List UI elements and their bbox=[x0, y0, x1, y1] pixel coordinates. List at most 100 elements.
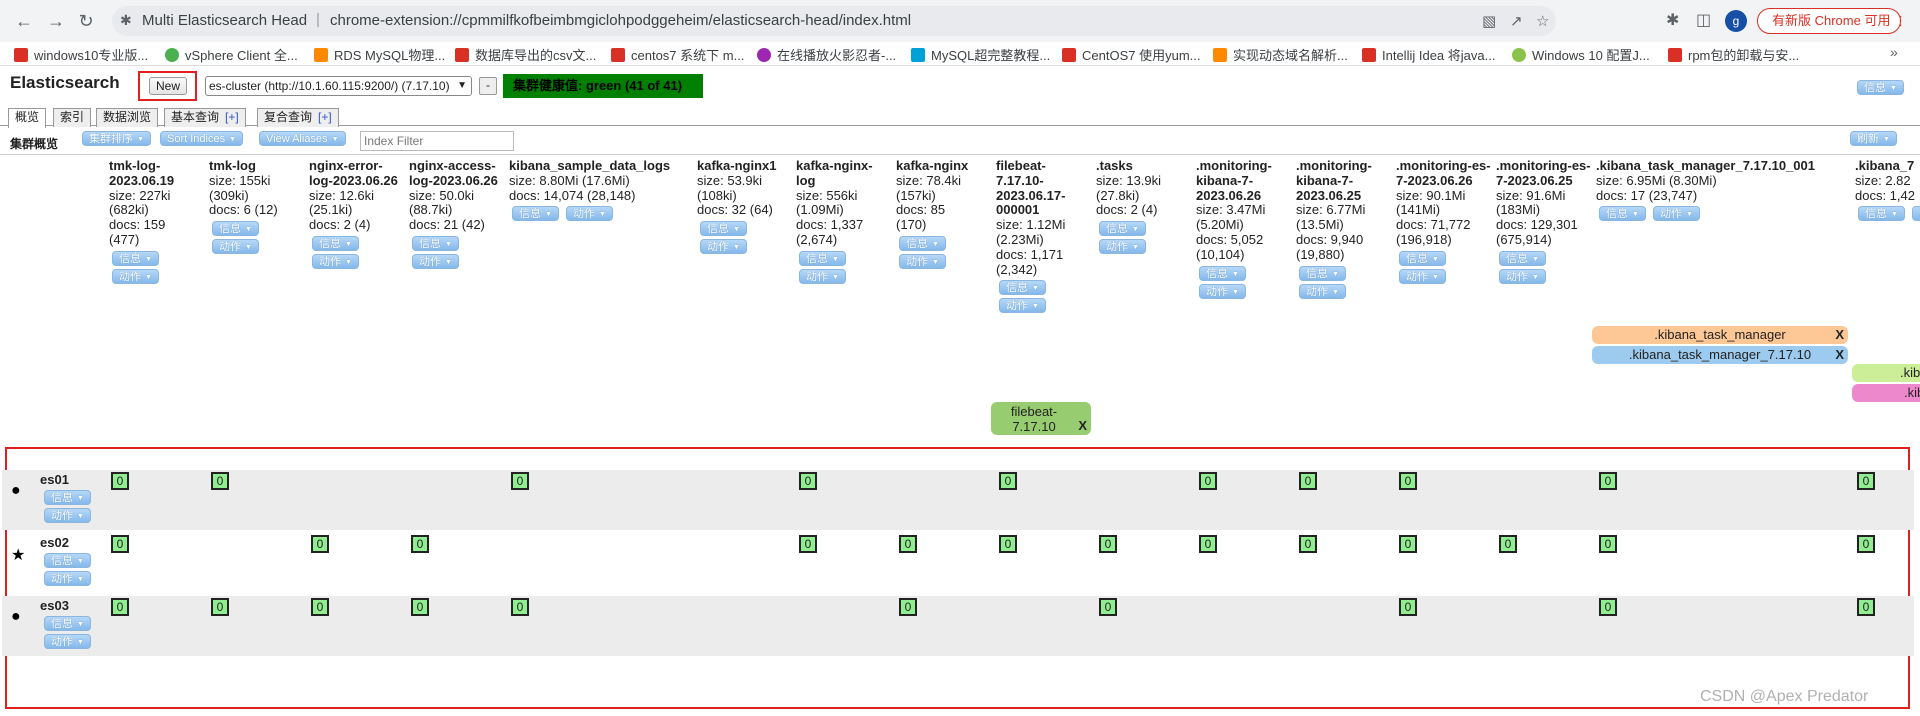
index-action-button[interactable]: 动作▼ bbox=[899, 253, 946, 269]
bookmark-item[interactable]: 实现动态域名解析... bbox=[1213, 45, 1348, 63]
shard-box[interactable]: 0 bbox=[211, 598, 229, 616]
alias-tag[interactable]: .kibana_ bbox=[1852, 364, 1920, 382]
node-action-button[interactable]: 动作 ▼ bbox=[44, 634, 91, 649]
shard-box[interactable]: 0 bbox=[111, 535, 129, 553]
index-info-button[interactable]: 信息 ▼ bbox=[999, 280, 1046, 296]
tab-overview[interactable]: 概览 bbox=[8, 108, 47, 128]
index-action-button[interactable]: 动作▼ bbox=[1911, 206, 1920, 222]
bookmark-item[interactable]: CentOS7 使用yum... bbox=[1062, 45, 1200, 63]
index-info-button[interactable]: 信息 ▼ bbox=[1599, 206, 1646, 222]
refresh-button[interactable]: 刷新 ▼ bbox=[1850, 131, 1897, 146]
shard-box[interactable]: 0 bbox=[999, 535, 1017, 553]
shard-box[interactable]: 0 bbox=[1599, 598, 1617, 616]
index-action-button[interactable]: 动作▼ bbox=[1099, 239, 1146, 255]
shard-box[interactable]: 0 bbox=[1399, 472, 1417, 490]
index-action-button[interactable]: 动作▼ bbox=[799, 268, 846, 284]
index-action-button[interactable]: 动作▼ bbox=[312, 253, 359, 269]
index-info-button[interactable]: 信息 ▼ bbox=[512, 206, 559, 222]
shard-box[interactable]: 0 bbox=[511, 472, 529, 490]
bookmark-item[interactable]: Intellij Idea 将java... bbox=[1362, 45, 1495, 63]
update-chrome-button[interactable]: 有新版 Chrome 可用 ⋮ bbox=[1757, 8, 1907, 34]
shard-box[interactable]: 0 bbox=[899, 535, 917, 553]
index-info-button[interactable]: 信息 ▼ bbox=[1499, 250, 1546, 266]
shard-box[interactable]: 0 bbox=[211, 472, 229, 490]
reload-icon[interactable]: ↻ bbox=[74, 9, 98, 33]
shard-box[interactable]: 0 bbox=[111, 598, 129, 616]
index-info-button[interactable]: 信息 ▼ bbox=[700, 221, 747, 237]
index-info-button[interactable]: 信息 ▼ bbox=[899, 235, 946, 251]
index-action-button[interactable]: 动作▼ bbox=[565, 206, 613, 222]
index-info-button[interactable]: 信息 ▼ bbox=[1099, 221, 1146, 237]
index-info-button[interactable]: 信息 ▼ bbox=[312, 235, 359, 251]
bookmark-item[interactable]: windows10专业版... bbox=[14, 45, 148, 63]
node-info-button[interactable]: 信息 ▼ bbox=[44, 616, 91, 631]
shard-box[interactable]: 0 bbox=[1857, 598, 1875, 616]
shard-box[interactable]: 0 bbox=[1199, 535, 1217, 553]
sort-indices-button[interactable]: Sort Indices ▼ bbox=[160, 131, 244, 146]
node-info-button[interactable]: 信息 ▼ bbox=[44, 553, 91, 568]
tab-browser[interactable]: 数据浏览 bbox=[96, 108, 159, 127]
index-info-button[interactable]: 信息 ▼ bbox=[412, 235, 459, 251]
index-action-button[interactable]: 动作▼ bbox=[1299, 283, 1346, 299]
bookmarks-overflow-icon[interactable]: » bbox=[1890, 44, 1898, 60]
shard-box[interactable]: 0 bbox=[1099, 598, 1117, 616]
tab-indices[interactable]: 索引 bbox=[53, 108, 92, 127]
shard-box[interactable]: 0 bbox=[411, 535, 429, 553]
tab-structured-query[interactable]: 复合查询 [+] bbox=[257, 108, 339, 127]
shard-box[interactable]: 0 bbox=[1299, 535, 1317, 553]
bookmark-item[interactable]: Windows 10 配置J... bbox=[1512, 45, 1650, 63]
index-info-button[interactable]: 信息 ▼ bbox=[112, 250, 159, 266]
index-action-button[interactable]: 动作▼ bbox=[1199, 283, 1246, 299]
shard-box[interactable]: 0 bbox=[411, 598, 429, 616]
shard-box[interactable]: 0 bbox=[511, 598, 529, 616]
bookmark-item[interactable]: 数据库导出的csv文... bbox=[455, 45, 596, 63]
index-action-button[interactable]: 动作▼ bbox=[700, 239, 747, 255]
index-info-button[interactable]: 信息 ▼ bbox=[799, 250, 846, 266]
index-action-button[interactable]: 动作▼ bbox=[1399, 268, 1446, 284]
index-action-button[interactable]: 动作▼ bbox=[999, 298, 1046, 314]
sort-cluster-button[interactable]: 集群排序 ▼ bbox=[82, 131, 151, 146]
index-info-button[interactable]: 信息 ▼ bbox=[1299, 265, 1346, 281]
shard-box[interactable]: 0 bbox=[311, 598, 329, 616]
new-connection-button[interactable]: New bbox=[149, 77, 187, 95]
shard-box[interactable]: 0 bbox=[1399, 598, 1417, 616]
index-filter-input[interactable] bbox=[360, 131, 514, 151]
node-info-button[interactable]: 信息 ▼ bbox=[44, 490, 91, 505]
node-action-button[interactable]: 动作 ▼ bbox=[44, 508, 91, 523]
index-action-button[interactable]: 动作▼ bbox=[112, 268, 159, 284]
remove-alias-icon[interactable]: X bbox=[1835, 326, 1844, 344]
shard-box[interactable]: 0 bbox=[799, 535, 817, 553]
shard-box[interactable]: 0 bbox=[311, 535, 329, 553]
alias-tag[interactable]: .kibana_task_manager_7.17.10 X bbox=[1592, 346, 1848, 364]
bookmark-item[interactable]: MySQL超完整教程... bbox=[911, 45, 1050, 63]
shard-box[interactable]: 0 bbox=[899, 598, 917, 616]
index-action-button[interactable]: 动作▼ bbox=[1499, 268, 1546, 284]
view-aliases-button[interactable]: View Aliases ▼ bbox=[259, 131, 346, 146]
profile-avatar[interactable]: g bbox=[1725, 10, 1747, 32]
bookmark-item[interactable]: 在线播放火影忍者-... bbox=[757, 45, 896, 63]
bookmark-item[interactable]: rpm包的卸载与安... bbox=[1668, 45, 1799, 63]
node-action-button[interactable]: 动作 ▼ bbox=[44, 571, 91, 586]
disconnect-button[interactable]: - bbox=[479, 77, 497, 95]
shard-box[interactable]: 0 bbox=[1599, 535, 1617, 553]
header-info-menu[interactable]: 信息 ▼ bbox=[1857, 80, 1904, 95]
alias-tag[interactable]: .kibana_task_manager X bbox=[1592, 326, 1848, 344]
bookmark-item[interactable]: centos7 系统下 m... bbox=[611, 45, 744, 63]
index-info-button[interactable]: 信息 ▼ bbox=[1858, 206, 1905, 222]
shard-box[interactable]: 0 bbox=[111, 472, 129, 490]
share-icon[interactable]: ↗ bbox=[1510, 12, 1523, 30]
shard-box[interactable]: 0 bbox=[1599, 472, 1617, 490]
shard-box[interactable]: 0 bbox=[999, 472, 1017, 490]
index-info-button[interactable]: 信息 ▼ bbox=[1199, 265, 1246, 281]
index-action-button[interactable]: 动作▼ bbox=[212, 239, 259, 255]
shard-box[interactable]: 0 bbox=[1099, 535, 1117, 553]
shard-box[interactable]: 0 bbox=[1499, 535, 1517, 553]
bookmark-star-icon[interactable]: ☆ bbox=[1536, 12, 1549, 30]
side-panel-icon[interactable]: ◫ bbox=[1696, 10, 1711, 30]
alias-tag[interactable]: .kib bbox=[1852, 384, 1920, 402]
index-info-button[interactable]: 信息 ▼ bbox=[212, 221, 259, 237]
back-icon[interactable]: ← bbox=[12, 9, 36, 33]
extensions-icon[interactable]: ✱ bbox=[1666, 10, 1679, 30]
shard-box[interactable]: 0 bbox=[1399, 535, 1417, 553]
index-info-button[interactable]: 信息 ▼ bbox=[1399, 250, 1446, 266]
